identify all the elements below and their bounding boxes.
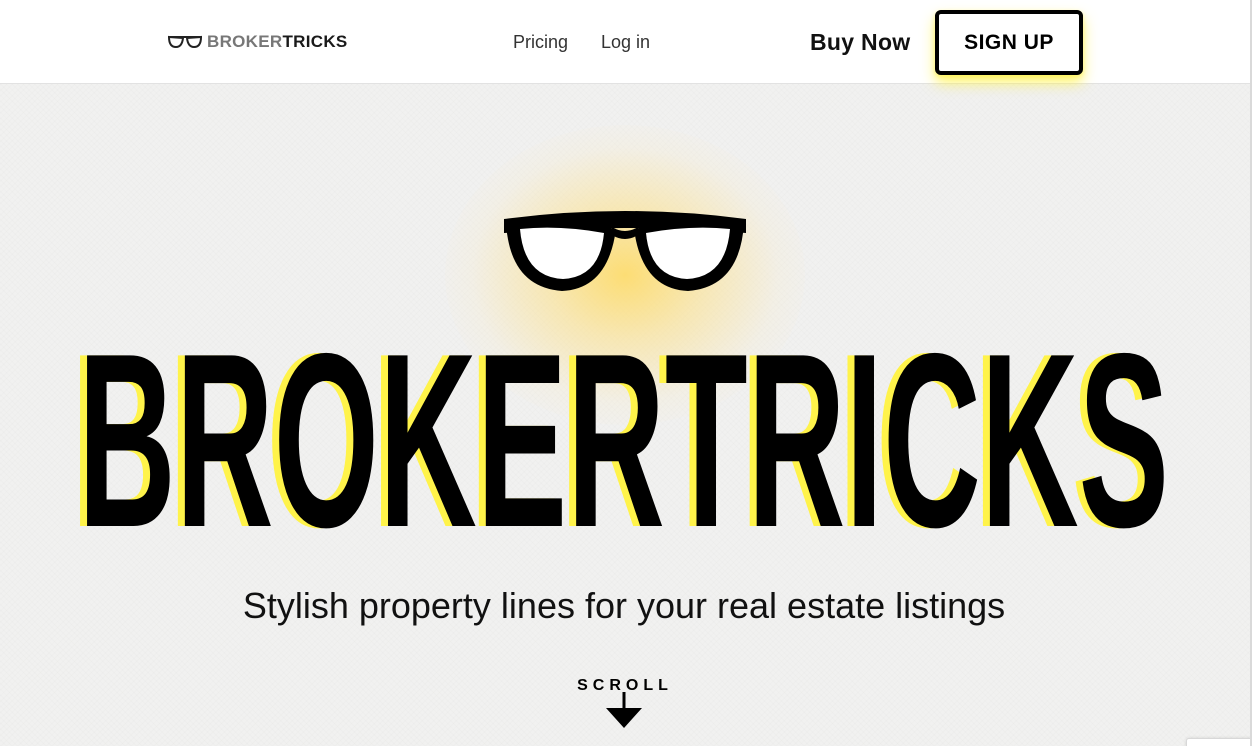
- logo-text: BROKERTRICKS: [207, 32, 348, 52]
- recaptcha-badge: [1186, 738, 1252, 746]
- logo-text-tricks: TRICKS: [282, 32, 348, 51]
- arrow-down-icon: [606, 692, 642, 728]
- nav-link-pricing[interactable]: Pricing: [513, 30, 568, 54]
- site-logo[interactable]: BROKERTRICKS: [167, 30, 348, 54]
- hero-tagline: Stylish property lines for your real est…: [242, 585, 1006, 626]
- wordmark-text: BROKERTRICKS: [78, 330, 1169, 540]
- buy-now-link[interactable]: Buy Now: [810, 27, 911, 57]
- top-navigation-bar: BROKERTRICKS Pricing Log in Buy Now SIGN…: [0, 0, 1250, 84]
- nav-link-login[interactable]: Log in: [601, 30, 650, 54]
- glasses-icon: [167, 35, 203, 49]
- sign-up-button[interactable]: SIGN UP: [935, 10, 1083, 75]
- logo-text-broker: BROKER: [207, 32, 283, 51]
- hero-wordmark: BROKERTRICKS BROKERTRICKS: [71, 330, 1169, 540]
- glasses-icon: [504, 211, 746, 291]
- page: BROKERTRICKS Pricing Log in Buy Now SIGN…: [0, 0, 1252, 746]
